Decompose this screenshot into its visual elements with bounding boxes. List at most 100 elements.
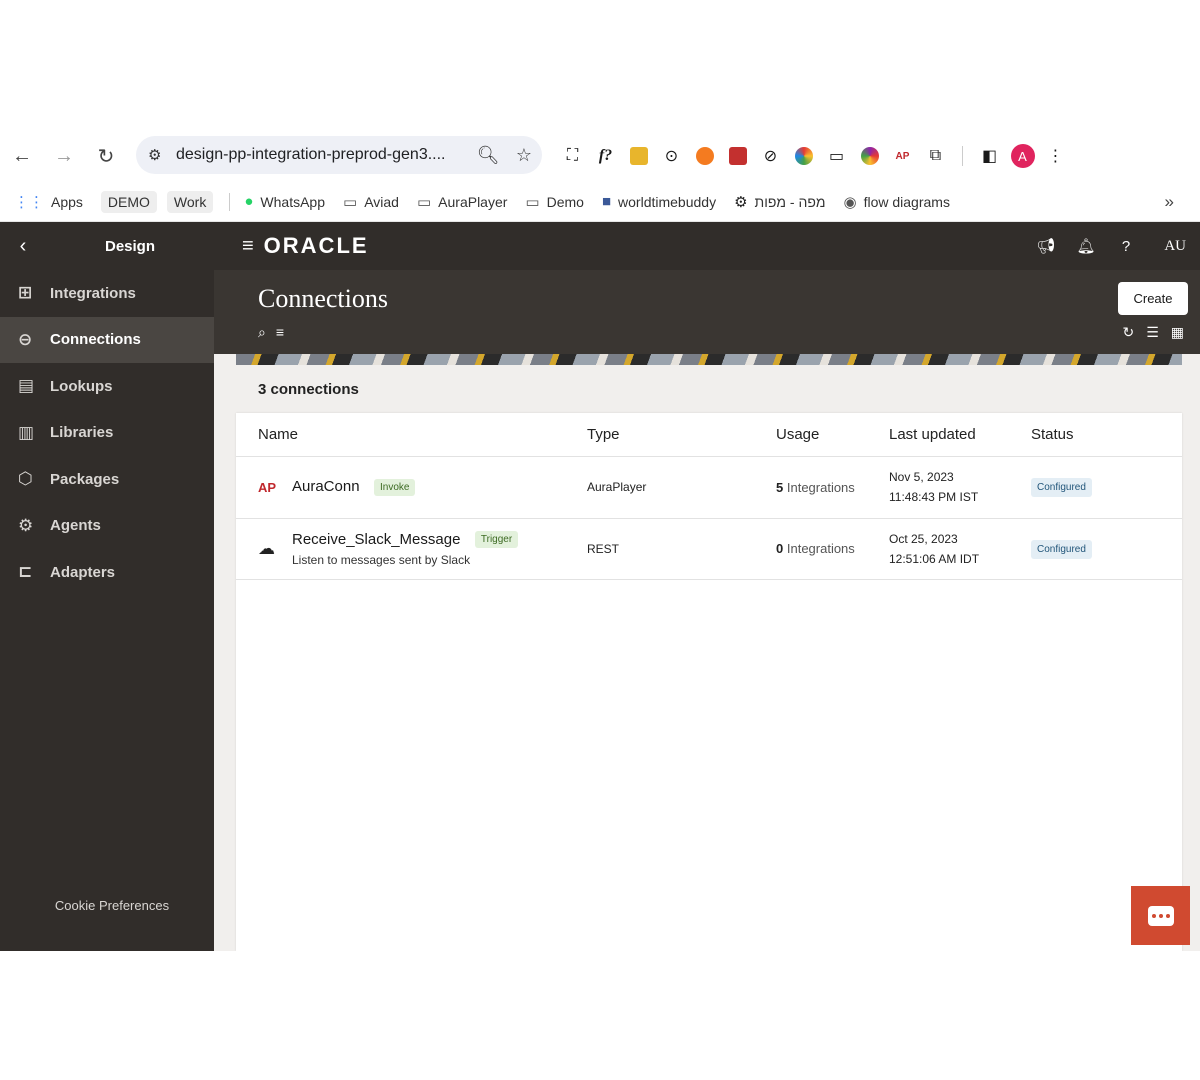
help-icon[interactable]: ?: [1106, 238, 1146, 255]
color-extension-icon[interactable]: [622, 140, 655, 172]
bookmark-label: מפה - מפות: [754, 193, 826, 210]
connection-name-cell: ☁ Receive_Slack_Message Trigger Listen t…: [236, 531, 587, 567]
sidebar-item-libraries[interactable]: ▥ Libraries: [0, 410, 214, 457]
side-panel-icon[interactable]: ◧: [973, 140, 1006, 172]
sidebar-item-label: Agents: [50, 517, 101, 535]
table-header: Name Type Usage Last updated Status: [236, 413, 1182, 457]
colorwheel-extension-icon[interactable]: [853, 140, 886, 172]
role-badge: Trigger: [474, 531, 519, 549]
usage-unit: Integrations: [786, 541, 855, 557]
bookmark-worldtimebuddy[interactable]: ■ worldtimebuddy: [602, 193, 716, 210]
forward-arrow-icon[interactable]: →: [44, 136, 84, 176]
globe-icon: ◉: [843, 193, 857, 211]
bookmark-demo[interactable]: DEMO: [100, 190, 157, 213]
column-header-usage[interactable]: Usage: [776, 426, 889, 443]
view-tools: ↻ ☰ ▦: [1122, 324, 1184, 341]
sidebar-item-connections[interactable]: ⊖ Connections: [0, 316, 214, 363]
profile-avatar[interactable]: A: [1006, 140, 1039, 172]
main-content: Connections ⌕ ≡ Create ↻ ☰ ▦ 3 connectio…: [214, 270, 1200, 951]
column-header-name[interactable]: Name: [236, 426, 587, 443]
bookmark-aviad[interactable]: ▭ Aviad: [343, 193, 399, 211]
formula-extension-icon[interactable]: f?: [589, 140, 622, 172]
bookmark-label: Apps: [51, 193, 83, 210]
decorative-banner: [236, 354, 1182, 365]
sidebar-item-label: Lookups: [50, 377, 113, 395]
column-header-last-updated[interactable]: Last updated: [889, 425, 1031, 445]
bookmark-label: Aviad: [364, 193, 399, 210]
grid-view-icon[interactable]: ▦: [1171, 324, 1184, 341]
screenshot-extension-icon[interactable]: ⛶: [556, 140, 589, 172]
sidebar-item-lookups[interactable]: ▤ Lookups: [0, 363, 214, 410]
bookmark-demo-folder[interactable]: ▭ Demo: [525, 193, 584, 211]
connection-usage[interactable]: 0 Integrations: [776, 541, 889, 556]
table-row[interactable]: ☁ Receive_Slack_Message Trigger Listen t…: [236, 519, 1182, 580]
usage-unit: Integrations: [786, 479, 855, 495]
announcements-icon[interactable]: 📢︎: [1026, 237, 1066, 255]
reload-icon[interactable]: ↻: [86, 136, 126, 176]
block-extension-icon[interactable]: ⊘: [754, 140, 787, 172]
folder-icon: ▭: [343, 193, 358, 211]
cookie-preferences-link[interactable]: Cookie Preferences: [0, 898, 224, 913]
header-actions: 📢︎ 🔔︎ ? AU: [1026, 222, 1186, 270]
auraplayer-adapter-icon: AP: [258, 479, 277, 495]
puzzle-extensions-icon[interactable]: ⧉: [919, 140, 952, 172]
sidebar-item-agents[interactable]: ⚙ Agents: [0, 503, 214, 550]
search-icon[interactable]: ⌕: [258, 324, 266, 341]
sidebar-item-integrations[interactable]: ⊞ Integrations: [0, 270, 214, 317]
site-settings-icon[interactable]: ⚙: [148, 146, 176, 164]
chat-button[interactable]: [1131, 886, 1190, 945]
notifications-bell-icon[interactable]: 🔔︎: [1066, 237, 1106, 255]
create-button[interactable]: Create: [1118, 282, 1188, 315]
updated-time: 11:48:43 PM IST: [889, 490, 979, 505]
hamburger-menu-icon[interactable]: ≡: [242, 235, 254, 258]
column-header-type[interactable]: Type: [587, 426, 776, 443]
bookmark-whatsapp[interactable]: ● WhatsApp: [244, 193, 325, 210]
address-bar[interactable]: ⚙ design-pp-integration-preprod-gen3....…: [136, 136, 542, 174]
bookmark-star-icon[interactable]: ☆: [506, 145, 542, 166]
palette-extension-icon[interactable]: [787, 140, 820, 172]
user-menu[interactable]: AU: [1146, 238, 1186, 255]
url-text[interactable]: design-pp-integration-preprod-gen3....: [176, 146, 470, 164]
list-view-icon[interactable]: ☰: [1146, 324, 1159, 341]
browser-toolbar: ← → ↻ ⚙ design-pp-integration-preprod-ge…: [0, 130, 1200, 182]
bookmark-maps[interactable]: ⚙ מפה - מפות: [734, 193, 825, 211]
column-header-status[interactable]: Status: [1031, 426, 1182, 443]
oracle-logo[interactable]: ORACLE: [264, 233, 369, 259]
more-bookmarks-icon[interactable]: »: [1165, 192, 1174, 212]
search-filter-tools: ⌕ ≡: [258, 324, 284, 341]
bookmark-apps[interactable]: ⋮⋮ Apps: [14, 193, 83, 211]
table-row[interactable]: AP AuraConn Invoke AuraPlayer 5 Integrat…: [236, 457, 1182, 519]
libraries-icon: ▥: [18, 422, 35, 442]
bookmark-label: DEMO: [107, 193, 150, 210]
gallery-extension-icon[interactable]: ▭: [820, 140, 853, 172]
bookmark-work[interactable]: Work: [166, 190, 214, 213]
back-chevron-icon[interactable]: ‹: [0, 235, 46, 258]
agents-icon: ⚙: [18, 515, 34, 535]
browser-menu-icon[interactable]: ⋮: [1039, 140, 1072, 172]
bookmark-label: Work: [173, 193, 207, 210]
connection-name[interactable]: Receive_Slack_Message: [292, 531, 460, 548]
zoom-icon[interactable]: 🔍︎: [470, 145, 506, 166]
updated-time: 12:51:06 AM IDT: [889, 551, 980, 566]
bookmarks-bar: ⋮⋮ Apps DEMO Work ● WhatsApp ▭ Aviad ▭ A…: [0, 182, 1200, 222]
bookmark-auraplayer[interactable]: ▭ AuraPlayer: [417, 193, 507, 211]
back-arrow-icon[interactable]: ←: [2, 136, 42, 176]
filter-icon[interactable]: ≡: [276, 324, 284, 341]
sidebar-item-adapters[interactable]: ⊏ Adapters: [0, 549, 214, 596]
connection-type: AuraPlayer: [587, 480, 647, 495]
connection-usage[interactable]: 5 Integrations: [776, 480, 889, 495]
sidebar-item-packages[interactable]: ⬡ Packages: [0, 456, 214, 503]
whatsapp-icon: ●: [244, 193, 254, 210]
code-extension-icon[interactable]: ⊙: [655, 140, 688, 172]
app-header: ‹ Design ≡ ORACLE 📢︎ 🔔︎ ? AU: [0, 222, 1200, 270]
orange-extension-icon[interactable]: [688, 140, 721, 172]
role-badge: Invoke: [374, 478, 416, 496]
connection-description: Listen to messages sent by Slack: [292, 552, 471, 567]
sidebar-item-label: Adapters: [50, 563, 116, 581]
auraplayer-extension-icon[interactable]: AP: [886, 140, 919, 172]
angular-extension-icon[interactable]: [721, 140, 754, 172]
bookmark-flow-diagrams[interactable]: ◉ flow diagrams: [843, 193, 949, 211]
connection-name[interactable]: AuraConn: [292, 478, 360, 495]
last-updated: Oct 25, 2023 12:51:06 AM IDT: [889, 529, 1031, 569]
refresh-icon[interactable]: ↻: [1122, 324, 1134, 341]
